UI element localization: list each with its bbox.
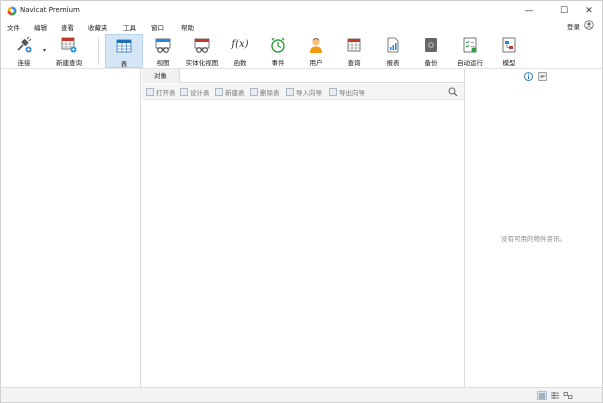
open-table-button[interactable]: 打开表 — [146, 87, 176, 97]
toolbar-user[interactable]: 用户 — [302, 34, 330, 68]
minimize-button[interactable]: — — [516, 1, 542, 21]
delete-table-button[interactable]: 删除表 — [250, 87, 280, 97]
toolbar-label: 用户 — [309, 59, 323, 67]
new-table-icon — [215, 88, 223, 96]
list-view-icon[interactable] — [537, 391, 547, 400]
close-button[interactable]: ✕ — [576, 1, 602, 21]
toolbar-label: 模型 — [502, 59, 516, 67]
login-link[interactable]: 登录 — [567, 21, 580, 31]
design-table-button[interactable]: 设计表 — [180, 87, 210, 97]
main-toolbar: 连接 ▾ 新建查询 表 视图 实体化视图 f(x) 函数 事件 用户 查询 报表… — [1, 33, 602, 69]
toolbar-report[interactable]: 报表 — [379, 34, 407, 68]
account-icon[interactable] — [584, 20, 594, 30]
window-title: Navicat Premium — [20, 6, 80, 14]
table-icon — [116, 39, 132, 53]
delete-table-label: 删除表 — [260, 89, 280, 97]
toolbar-label: 报表 — [386, 59, 400, 67]
new-table-button[interactable]: 新建表 — [215, 87, 245, 97]
toolbar-new-query[interactable]: 新建查询 — [51, 34, 87, 68]
er-diagram-view-icon[interactable] — [563, 391, 573, 400]
maximize-button[interactable]: ☐ — [551, 1, 577, 21]
title-bar: Navicat Premium — ☐ ✕ — [1, 1, 602, 21]
toolbar-label: 查询 — [347, 59, 361, 67]
connection-icon — [17, 36, 32, 53]
open-table-icon — [146, 88, 154, 96]
delete-table-icon — [250, 88, 258, 96]
detail-view-icon[interactable] — [550, 391, 560, 400]
new-query-icon — [61, 37, 77, 53]
design-table-icon — [180, 88, 188, 96]
navicat-logo-icon — [7, 6, 17, 16]
toolbar-model[interactable]: 模型 — [495, 34, 523, 68]
query-icon — [347, 38, 361, 52]
import-icon — [286, 88, 294, 96]
toolbar-label: 备份 — [424, 59, 438, 67]
no-object-info-message: 没有可用的物件资讯。 — [501, 235, 566, 243]
toolbar-label: 事件 — [271, 59, 285, 67]
menu-view[interactable]: 查看 — [61, 22, 74, 32]
ddl-icon[interactable] — [538, 72, 547, 81]
toolbar-backup[interactable]: 备份 — [417, 34, 445, 68]
import-wizard-label: 导入向导 — [296, 89, 322, 97]
toolbar-label: 连接 — [17, 59, 31, 67]
object-tab-bar: 对象 — [142, 69, 464, 83]
tab-objects[interactable]: 对象 — [142, 69, 180, 83]
view-icon — [155, 38, 171, 53]
toolbar-materialized-view[interactable]: 实体化视图 — [183, 34, 221, 68]
chevron-down-icon[interactable]: ▾ — [43, 47, 46, 54]
toolbar-label: 表 — [120, 60, 128, 68]
info-icon[interactable] — [524, 72, 533, 81]
report-icon — [387, 37, 399, 53]
toolbar-automation[interactable]: 自动运行 — [453, 34, 487, 68]
status-bar — [1, 387, 602, 402]
toolbar-function[interactable]: f(x) 函数 — [227, 34, 253, 68]
menu-favorites[interactable]: 收藏夹 — [88, 22, 108, 32]
toolbar-label: 自动运行 — [457, 59, 483, 67]
design-table-label: 设计表 — [190, 89, 210, 97]
import-wizard-button[interactable]: 导入向导 — [286, 87, 322, 97]
model-icon — [502, 37, 516, 53]
toolbar-query[interactable]: 查询 — [340, 34, 368, 68]
toolbar-table[interactable]: 表 — [105, 34, 143, 68]
info-pane: 没有可用的物件资讯。 — [464, 69, 602, 387]
connection-tree-pane[interactable] — [1, 69, 141, 387]
export-icon — [329, 88, 337, 96]
toolbar-label: 实体化视图 — [185, 59, 219, 67]
new-table-label: 新建表 — [225, 89, 245, 97]
toolbar-label: 函数 — [233, 59, 247, 67]
materialized-view-icon — [194, 38, 210, 53]
open-table-label: 打开表 — [156, 89, 176, 97]
object-list[interactable] — [142, 100, 464, 387]
export-wizard-label: 导出向导 — [339, 89, 365, 97]
automation-icon — [463, 37, 477, 53]
menu-help[interactable]: 帮助 — [181, 22, 194, 32]
object-toolbar: 打开表 设计表 新建表 删除表 导入向导 导出向导 — [142, 84, 464, 100]
user-icon — [310, 38, 322, 53]
menu-file[interactable]: 文件 — [7, 22, 20, 32]
toolbar-label: 新建查询 — [56, 59, 82, 67]
app-window: Navicat Premium — ☐ ✕ 文件 编辑 查看 收藏夹 工具 窗口… — [0, 0, 603, 403]
menu-window[interactable]: 窗口 — [151, 22, 164, 32]
function-icon: f(x) — [231, 39, 249, 50]
backup-icon — [425, 38, 437, 52]
toolbar-label: 视图 — [156, 59, 170, 67]
menu-edit[interactable]: 编辑 — [34, 22, 47, 32]
export-wizard-button[interactable]: 导出向导 — [329, 87, 365, 97]
toolbar-divider — [98, 37, 99, 65]
menu-tools[interactable]: 工具 — [123, 22, 136, 32]
toolbar-connection[interactable]: 连接 — [5, 34, 43, 68]
toolbar-view[interactable]: 视图 — [147, 34, 179, 68]
toolbar-event[interactable]: 事件 — [264, 34, 292, 68]
menu-bar: 文件 编辑 查看 收藏夹 工具 窗口 帮助 登录 — [1, 20, 602, 33]
event-icon — [271, 37, 285, 53]
search-icon[interactable] — [448, 87, 458, 97]
